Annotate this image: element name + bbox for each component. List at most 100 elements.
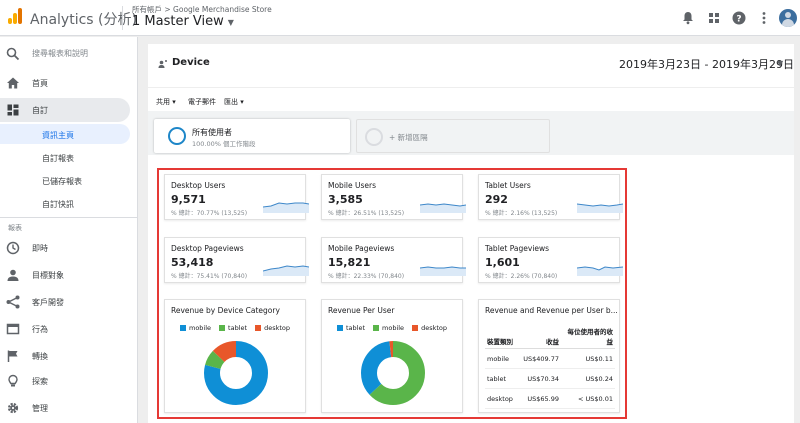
segment-name: 所有使用者 (192, 128, 232, 137)
sparkline (263, 265, 309, 276)
date-range-picker[interactable]: 2019年3月23日 - 2019年3月29日 (619, 56, 794, 72)
share-label: 共用 (156, 98, 170, 106)
avatar[interactable] (779, 9, 797, 27)
chart-title: Revenue Per User (328, 306, 395, 315)
kpi-card-tablet-users[interactable]: Tablet Users 292 % 總計：2.16% (13,525) (478, 174, 623, 220)
sidebar-subitem-saved-reports[interactable]: 已儲存報表 (0, 170, 130, 190)
chart-card-revenue-per-user[interactable]: Revenue Per User tablet mobile desktop (321, 299, 463, 413)
sidebar-item-behavior[interactable]: 行為 (0, 317, 138, 341)
legend-item: tablet (337, 324, 365, 332)
more-vertical-icon[interactable] (756, 10, 772, 26)
search-icon (6, 47, 20, 61)
sidebar-subitem-custom-reports[interactable]: 自訂報表 (0, 147, 130, 167)
sidebar-item-customization[interactable]: 自訂 (0, 98, 130, 122)
sidebar-item-discover[interactable]: 探索 (0, 369, 138, 393)
view-name: 1 Master View (132, 14, 224, 29)
top-bar: Analytics (分析) 所有帳戶 > Google Merchandise… (0, 0, 800, 36)
sparkline (420, 266, 466, 276)
segment-sessions: 100.00% 個工作階段 (192, 140, 256, 148)
flag-icon (7, 350, 18, 362)
page-title: Device (172, 57, 210, 68)
kpi-title: Mobile Pageviews (328, 244, 395, 253)
sidebar-item-label: 管理 (32, 404, 48, 413)
view-selector[interactable]: 1 Master View ▼ (132, 14, 234, 29)
chart-legend: mobile tablet desktop (165, 324, 305, 332)
legend-label: tablet (228, 324, 248, 332)
table-row: desktop US$65.99 < US$0.01 (485, 388, 615, 409)
sidebar-subitem-custom-alerts[interactable]: 自訂快訊 (0, 193, 130, 213)
apps-grid-icon[interactable] (706, 10, 722, 26)
sidebar-subitem-label: 資訊主頁 (42, 131, 74, 140)
segment-ring-icon (168, 127, 186, 145)
table-cell: US$65.99 (515, 388, 561, 409)
sidebar-subitem-label: 自訂快訊 (42, 200, 74, 209)
legend-swatch (219, 325, 226, 331)
kpi-percent: % 總計：26.51% (13,525) (328, 210, 405, 217)
export-label: 匯出 (224, 98, 238, 106)
home-icon (7, 77, 19, 89)
kpi-percent: % 總計：75.41% (70,840) (171, 273, 248, 280)
legend-item: tablet (219, 324, 247, 332)
sidebar-search[interactable]: 搜尋報表和說明 (0, 43, 138, 65)
table-cell: US$70.34 (515, 368, 561, 389)
share-button[interactable]: 共用 ▾ (156, 97, 176, 107)
segment-all-users[interactable]: 所有使用者 100.00% 個工作階段 (154, 119, 350, 153)
add-segment-button[interactable]: + 新增區隔 (356, 119, 550, 153)
table-cell: tablet (485, 368, 515, 389)
sidebar-section-label: 報表 (8, 224, 22, 232)
kpi-card-desktop-pageviews[interactable]: Desktop Pageviews 53,418 % 總計：75.41% (70… (164, 237, 309, 283)
donut-chart (204, 341, 268, 405)
kpi-value: 53,418 (171, 256, 214, 269)
legend-item: mobile (180, 324, 211, 332)
kpi-value: 15,821 (328, 256, 371, 269)
table-title: Revenue and Revenue per User b... (485, 306, 618, 315)
sidebar-item-label: 即時 (32, 244, 48, 253)
sidebar-item-audience[interactable]: 目標對象 (0, 263, 138, 287)
table-cell: desktop (485, 388, 515, 409)
sidebar-item-label: 目標對象 (32, 271, 64, 280)
help-icon[interactable]: ? (731, 10, 747, 26)
sparkline (263, 202, 309, 213)
analytics-logo[interactable] (8, 8, 22, 24)
email-button[interactable]: 電子郵件 (188, 97, 216, 107)
dashboard-icon (7, 104, 19, 116)
sidebar-item-label: 探索 (32, 377, 48, 386)
sidebar: 搜尋報表和說明 首頁 自訂 資訊主頁 自訂報表 已儲存報表 自訂快訊 報表 即時… (0, 37, 138, 423)
legend-label: desktop (264, 324, 290, 332)
notifications-icon[interactable] (680, 10, 696, 26)
chart-legend: tablet mobile desktop (322, 324, 462, 332)
table-cell: US$0.24 (561, 368, 615, 389)
chart-card-revenue-by-device[interactable]: Revenue by Device Category mobile tablet d… (164, 299, 306, 413)
sparkline (577, 203, 623, 213)
sidebar-subitem-dashboards[interactable]: 資訊主頁 (0, 124, 130, 144)
header-divider (122, 6, 123, 30)
legend-label: mobile (189, 324, 212, 332)
sidebar-item-admin[interactable]: 管理 (0, 396, 138, 420)
sidebar-subitem-label: 自訂報表 (42, 154, 74, 163)
sidebar-item-label: 首頁 (32, 79, 48, 88)
legend-label: mobile (382, 324, 405, 332)
sidebar-item-home[interactable]: 首頁 (0, 71, 138, 95)
kpi-percent: % 總計：2.16% (13,525) (485, 210, 558, 217)
chevron-down-icon: ▼ (227, 18, 234, 27)
sidebar-item-conversions[interactable]: 轉換 (0, 344, 138, 368)
person-icon (7, 269, 19, 281)
sparkline (420, 203, 466, 213)
legend-label: tablet (346, 324, 366, 332)
sidebar-divider (0, 217, 138, 218)
sidebar-item-label: 行為 (32, 325, 48, 334)
kpi-card-mobile-users[interactable]: Mobile Users 3,585 % 總計：26.51% (13,525) (321, 174, 466, 220)
revenue-table: 裝置類別 收益 每位使用者的收益 mobile US$409.77 US$0.1… (485, 324, 615, 409)
chevron-down-icon[interactable]: ▼ (777, 59, 783, 68)
legend-item: desktop (255, 324, 290, 332)
kpi-card-tablet-pageviews[interactable]: Tablet Pageviews 1,601 % 總計：2.26% (70,84… (478, 237, 623, 283)
acquisition-icon (6, 295, 20, 309)
sidebar-item-realtime[interactable]: 即時 (0, 236, 138, 260)
lightbulb-icon (8, 374, 18, 387)
sidebar-item-acquisition[interactable]: 客戶開發 (0, 290, 138, 314)
table-cell: < US$0.01 (561, 388, 615, 409)
export-button[interactable]: 匯出 ▾ (224, 97, 244, 107)
kpi-card-desktop-users[interactable]: Desktop Users 9,571 % 總計：70.77% (13,525) (164, 174, 309, 220)
table-card-revenue[interactable]: Revenue and Revenue per User b... 裝置類別 收… (478, 299, 620, 413)
kpi-card-mobile-pageviews[interactable]: Mobile Pageviews 15,821 % 總計：22.33% (70,… (321, 237, 466, 283)
